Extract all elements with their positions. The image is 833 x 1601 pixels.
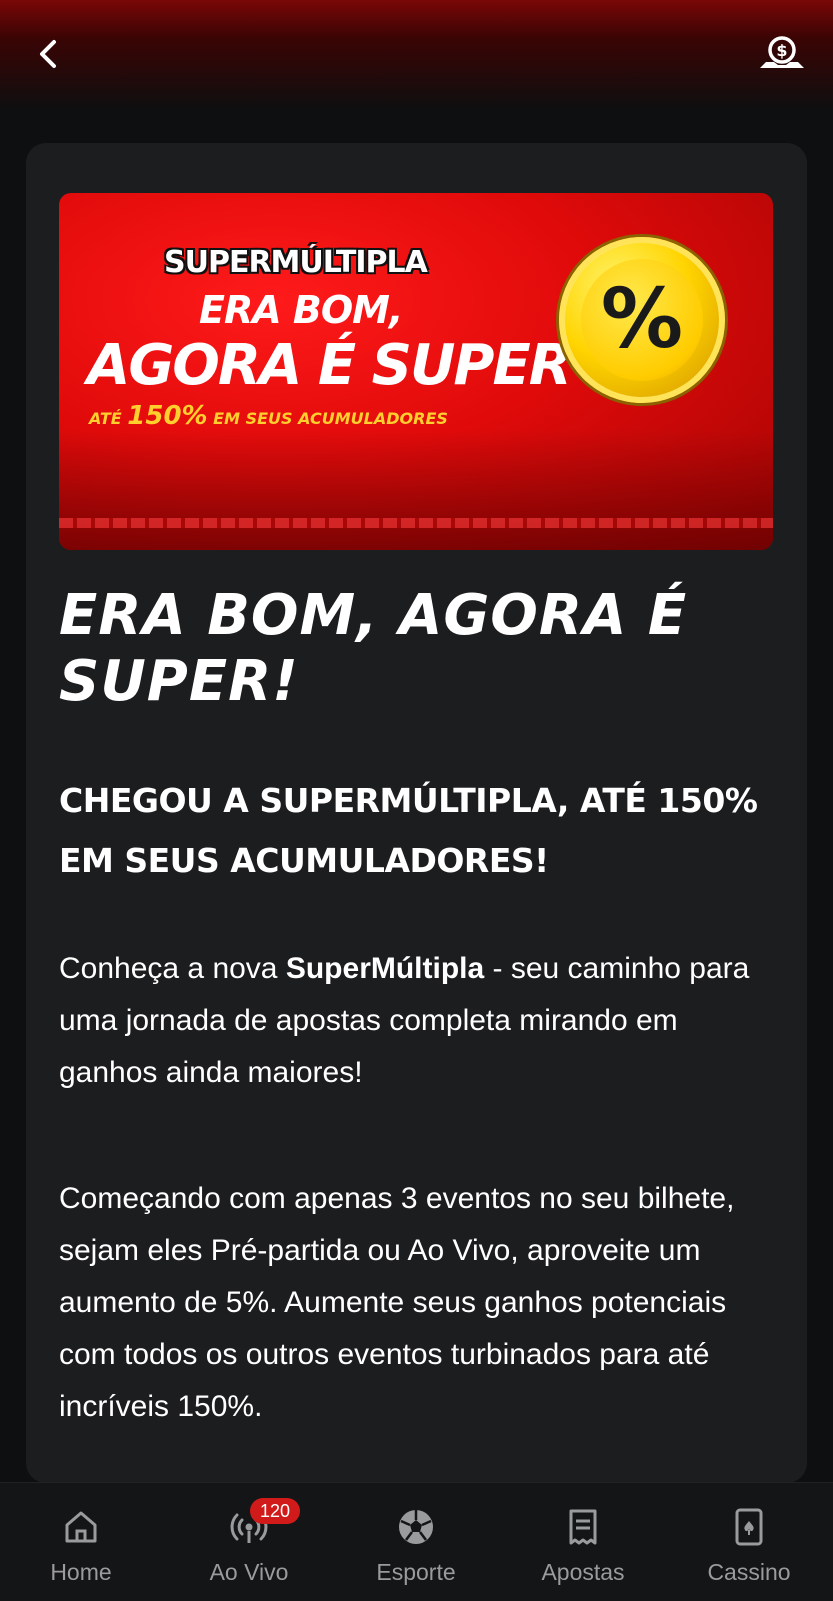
banner-headline-2: AGORA É SUPER (87, 333, 572, 398)
nav-label-esporte: Esporte (376, 1559, 456, 1585)
intro-bold: SuperMúltipla (285, 952, 485, 985)
live-count-badge: 120 (250, 1498, 301, 1524)
banner-tagline-suffix: EM SEUS ACUMULADORES (207, 409, 448, 428)
soccer-ball-icon (399, 1510, 433, 1544)
banner-headline-1: ERA BOM, (199, 288, 403, 332)
page-subtitle: CHEGOU A SUPERMÚLTIPLA, ATÉ 150% EM SEUS… (59, 781, 758, 880)
home-icon (65, 1511, 97, 1543)
nav-item-apostas[interactable]: Apostas (508, 1483, 658, 1601)
nav-item-ao-vivo[interactable]: Ao Vivo (174, 1483, 324, 1601)
intro-paragraph: Conheça a nova SuperMúltipla - seu camin… (59, 943, 769, 1099)
nav-label-home: Home (50, 1559, 112, 1585)
details-paragraph: Começando com apenas 3 eventos no seu bi… (59, 1182, 735, 1423)
promo-banner[interactable]: SUPERMÚLTIPLA ERA BOM, AGORA É SUPER ATÉ… (59, 193, 773, 550)
coin-hand-icon: $ (760, 36, 804, 68)
wallet-button[interactable]: $ (756, 34, 808, 74)
stadium-graphic (59, 430, 773, 550)
back-button[interactable] (30, 34, 70, 74)
chevron-left-icon (40, 40, 56, 68)
intro-prefix: Conheça a nova (59, 952, 286, 985)
bet-slip-icon (569, 1509, 597, 1545)
promo-card: SUPERMÚLTIPLA ERA BOM, AGORA É SUPER ATÉ… (26, 143, 807, 1483)
top-bar: $ (0, 0, 833, 110)
bottom-nav: Home Ao Vivo Esporte Apostas Cassino (0, 1482, 833, 1601)
percent-coin-icon: % (559, 237, 725, 403)
playing-card-icon (735, 1508, 763, 1546)
nav-item-home[interactable]: Home (6, 1483, 156, 1601)
banner-tagline-highlight: 150% (127, 401, 208, 431)
nav-label-cassino: Cassino (707, 1559, 791, 1585)
nav-item-cassino[interactable]: Cassino (674, 1483, 824, 1601)
nav-label-apostas: Apostas (541, 1559, 625, 1585)
nav-item-esporte[interactable]: Esporte (341, 1483, 491, 1601)
banner-tagline: ATÉ 150% EM SEUS ACUMULADORES (89, 401, 448, 431)
nav-label-ao-vivo: Ao Vivo (209, 1559, 289, 1585)
banner-tagline-prefix: ATÉ (89, 409, 128, 428)
stadium-lights (59, 518, 773, 528)
banner-brand: SUPERMÚLTIPLA (164, 245, 428, 280)
page-title: ERA BOM, AGORA É SUPER! (59, 583, 688, 714)
svg-text:$: $ (776, 41, 787, 60)
coin-symbol: % (581, 259, 703, 381)
